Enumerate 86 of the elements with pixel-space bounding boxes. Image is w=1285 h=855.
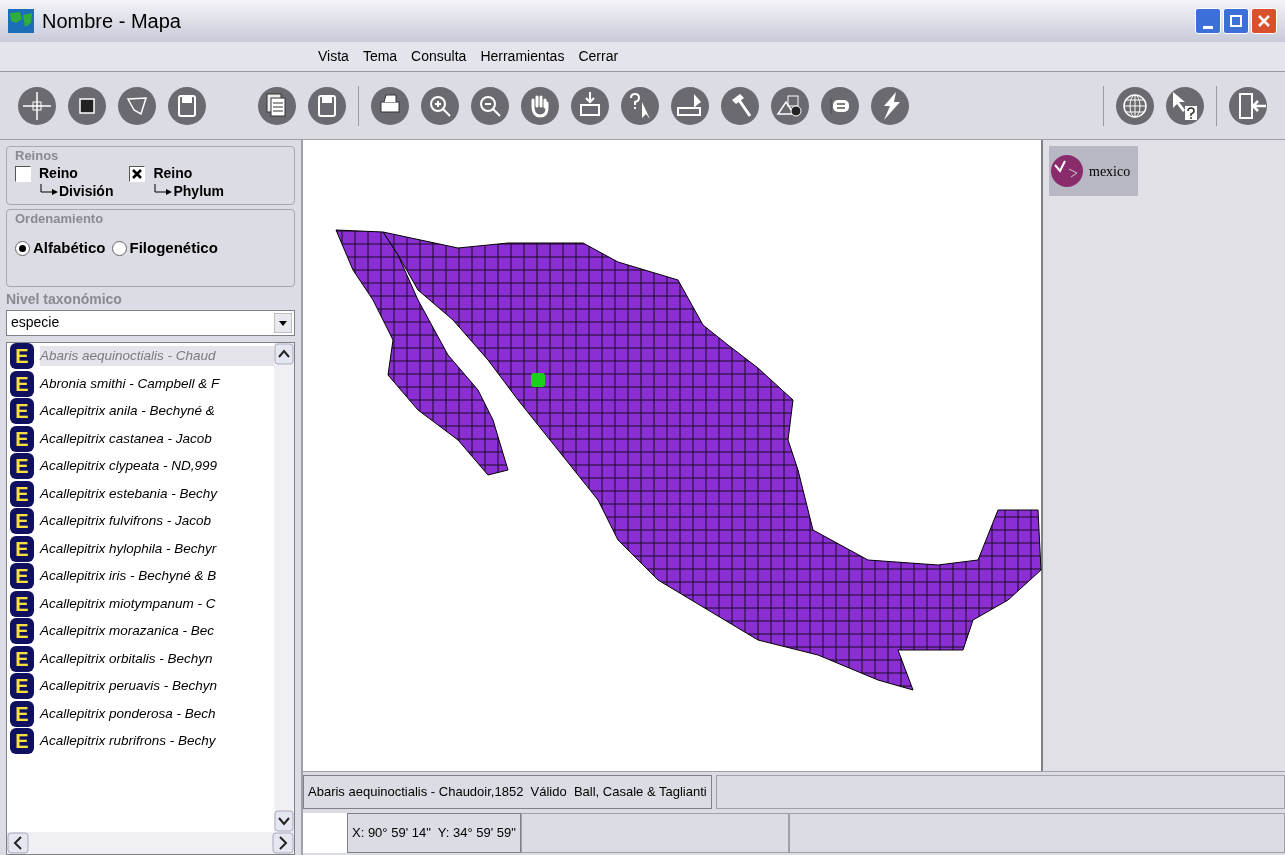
radio-label: Alfabético (33, 238, 106, 258)
species-icon: E (10, 453, 34, 480)
status-panel (303, 813, 347, 853)
species-icon: E (10, 673, 34, 700)
dropdown-arrow-icon (274, 312, 292, 333)
menu-item[interactable]: Vista (316, 46, 351, 67)
crosshair-icon[interactable] (17, 85, 57, 126)
species-status: Abaris aequinoctialis - Chaudoir,1852 Válido Ball, Casale & Taglianti (303, 774, 712, 809)
hierarchy-arrow-icon (39, 184, 59, 198)
species-icon: E (10, 645, 34, 672)
group-title: Nivel taxonómico (6, 289, 123, 309)
species-list-item[interactable]: Acallepitrix clypeata - ND,999 (40, 456, 218, 477)
checkbox-label: División (59, 182, 114, 200)
species-icon: E (10, 700, 34, 727)
species-icon: E (10, 563, 34, 590)
zoom-in-icon[interactable] (420, 85, 460, 126)
species-list-item[interactable]: Abaris aequinoctialis - Chaud (40, 346, 274, 367)
minimize-icon (1203, 26, 1213, 29)
vertical-scrollbar[interactable] (274, 342, 294, 832)
exit-door-icon[interactable] (1228, 85, 1268, 126)
checkbox-label: Reino (153, 164, 194, 182)
species-icon: E (10, 590, 34, 617)
maximize-icon (1230, 15, 1242, 27)
layer-icon (1049, 153, 1085, 189)
menu-item[interactable]: Consulta (409, 46, 469, 67)
group-title: Ordenamiento (15, 212, 105, 225)
scroll-up-icon (274, 342, 294, 365)
radio-label: Filogenético (129, 238, 218, 258)
species-icon: E (10, 508, 34, 535)
legend-item[interactable]: mexico (1049, 146, 1139, 196)
species-icon: E (10, 370, 34, 397)
menu-item[interactable]: Cerrar (576, 46, 621, 67)
coordinates-status: X: 90° 59' 14" Y: 34° 59' 59" (347, 813, 521, 853)
shapes-icon[interactable] (770, 85, 810, 126)
species-icon: E (10, 398, 34, 425)
checkbox[interactable] (15, 166, 31, 182)
radio-button[interactable] (111, 240, 127, 256)
species-icon: E (10, 480, 34, 507)
floppy-disk-icon[interactable] (307, 85, 347, 126)
printer-icon[interactable] (370, 85, 410, 126)
radio-button[interactable] (15, 240, 30, 256)
taxonomic-level-dropdown[interactable]: especie (6, 309, 295, 336)
species-icon: E (10, 728, 34, 755)
checkbox-label: Reino (39, 164, 79, 182)
horizontal-scrollbar[interactable] (7, 832, 294, 854)
hierarchy-arrow-icon (153, 184, 174, 198)
species-list-item[interactable]: Acallepitrix castanea - Jacob (40, 428, 212, 449)
label-icon[interactable] (820, 85, 860, 126)
species-list-item[interactable]: Acallepitrix peruavis - Bechyn (40, 676, 218, 697)
species-list-item[interactable]: Acallepitrix morazanica - Bec (40, 621, 215, 642)
hand-icon[interactable] (520, 85, 560, 126)
check-x-icon (132, 169, 143, 179)
documents-icon[interactable] (257, 85, 297, 126)
polygon-icon[interactable] (117, 85, 157, 126)
checkbox[interactable] (129, 166, 146, 182)
floppy-disk-icon[interactable] (167, 85, 207, 126)
hammer-icon[interactable] (720, 85, 760, 126)
species-icon: E (10, 343, 34, 370)
menu-item[interactable]: Tema (360, 46, 400, 67)
species-list-item[interactable]: Acallepitrix iris - Bechyné & B (40, 566, 217, 587)
species-icon: E (10, 618, 34, 645)
pointer-help-icon[interactable] (1165, 85, 1205, 126)
species-list-item[interactable]: Abronia smithi - Campbell & F (40, 373, 220, 394)
close-button[interactable] (1251, 8, 1277, 34)
maximize-button[interactable] (1223, 8, 1249, 34)
close-icon (1258, 15, 1270, 27)
species-list-item[interactable]: Acallepitrix miotympanum - C (40, 593, 216, 614)
minimize-button[interactable] (1195, 8, 1221, 34)
species-list-item[interactable]: Acallepitrix rubrifrons - Bechy (40, 731, 216, 752)
checkbox-label: Phylum (173, 182, 225, 200)
species-list-item[interactable]: Acallepitrix fulvifrons - Jacob (40, 511, 212, 532)
window-title: Nombre - Mapa (42, 9, 181, 34)
species-icon: E (10, 425, 34, 452)
species-list-item[interactable]: Acallepitrix anila - Bechyné & (40, 401, 215, 422)
species-icon: E (10, 535, 34, 562)
help-pointer-icon[interactable] (620, 85, 660, 126)
zoom-out-icon[interactable] (470, 85, 510, 126)
species-list-item[interactable]: Acallepitrix estebania - Bechy (40, 483, 218, 504)
globe-icon[interactable] (1115, 85, 1155, 126)
species-list-item[interactable]: Acallepitrix orbitalis - Bechyn (40, 648, 213, 669)
scroll-down-icon (274, 810, 294, 832)
species-list-item[interactable]: Acallepitrix hylophila - Bechyr (40, 538, 217, 559)
app-icon (8, 9, 34, 33)
group-title: Reinos (15, 149, 60, 162)
species-list-item[interactable]: Acallepitrix ponderosa - Bech (40, 703, 216, 724)
menu-item[interactable]: Herramientas (478, 46, 567, 67)
